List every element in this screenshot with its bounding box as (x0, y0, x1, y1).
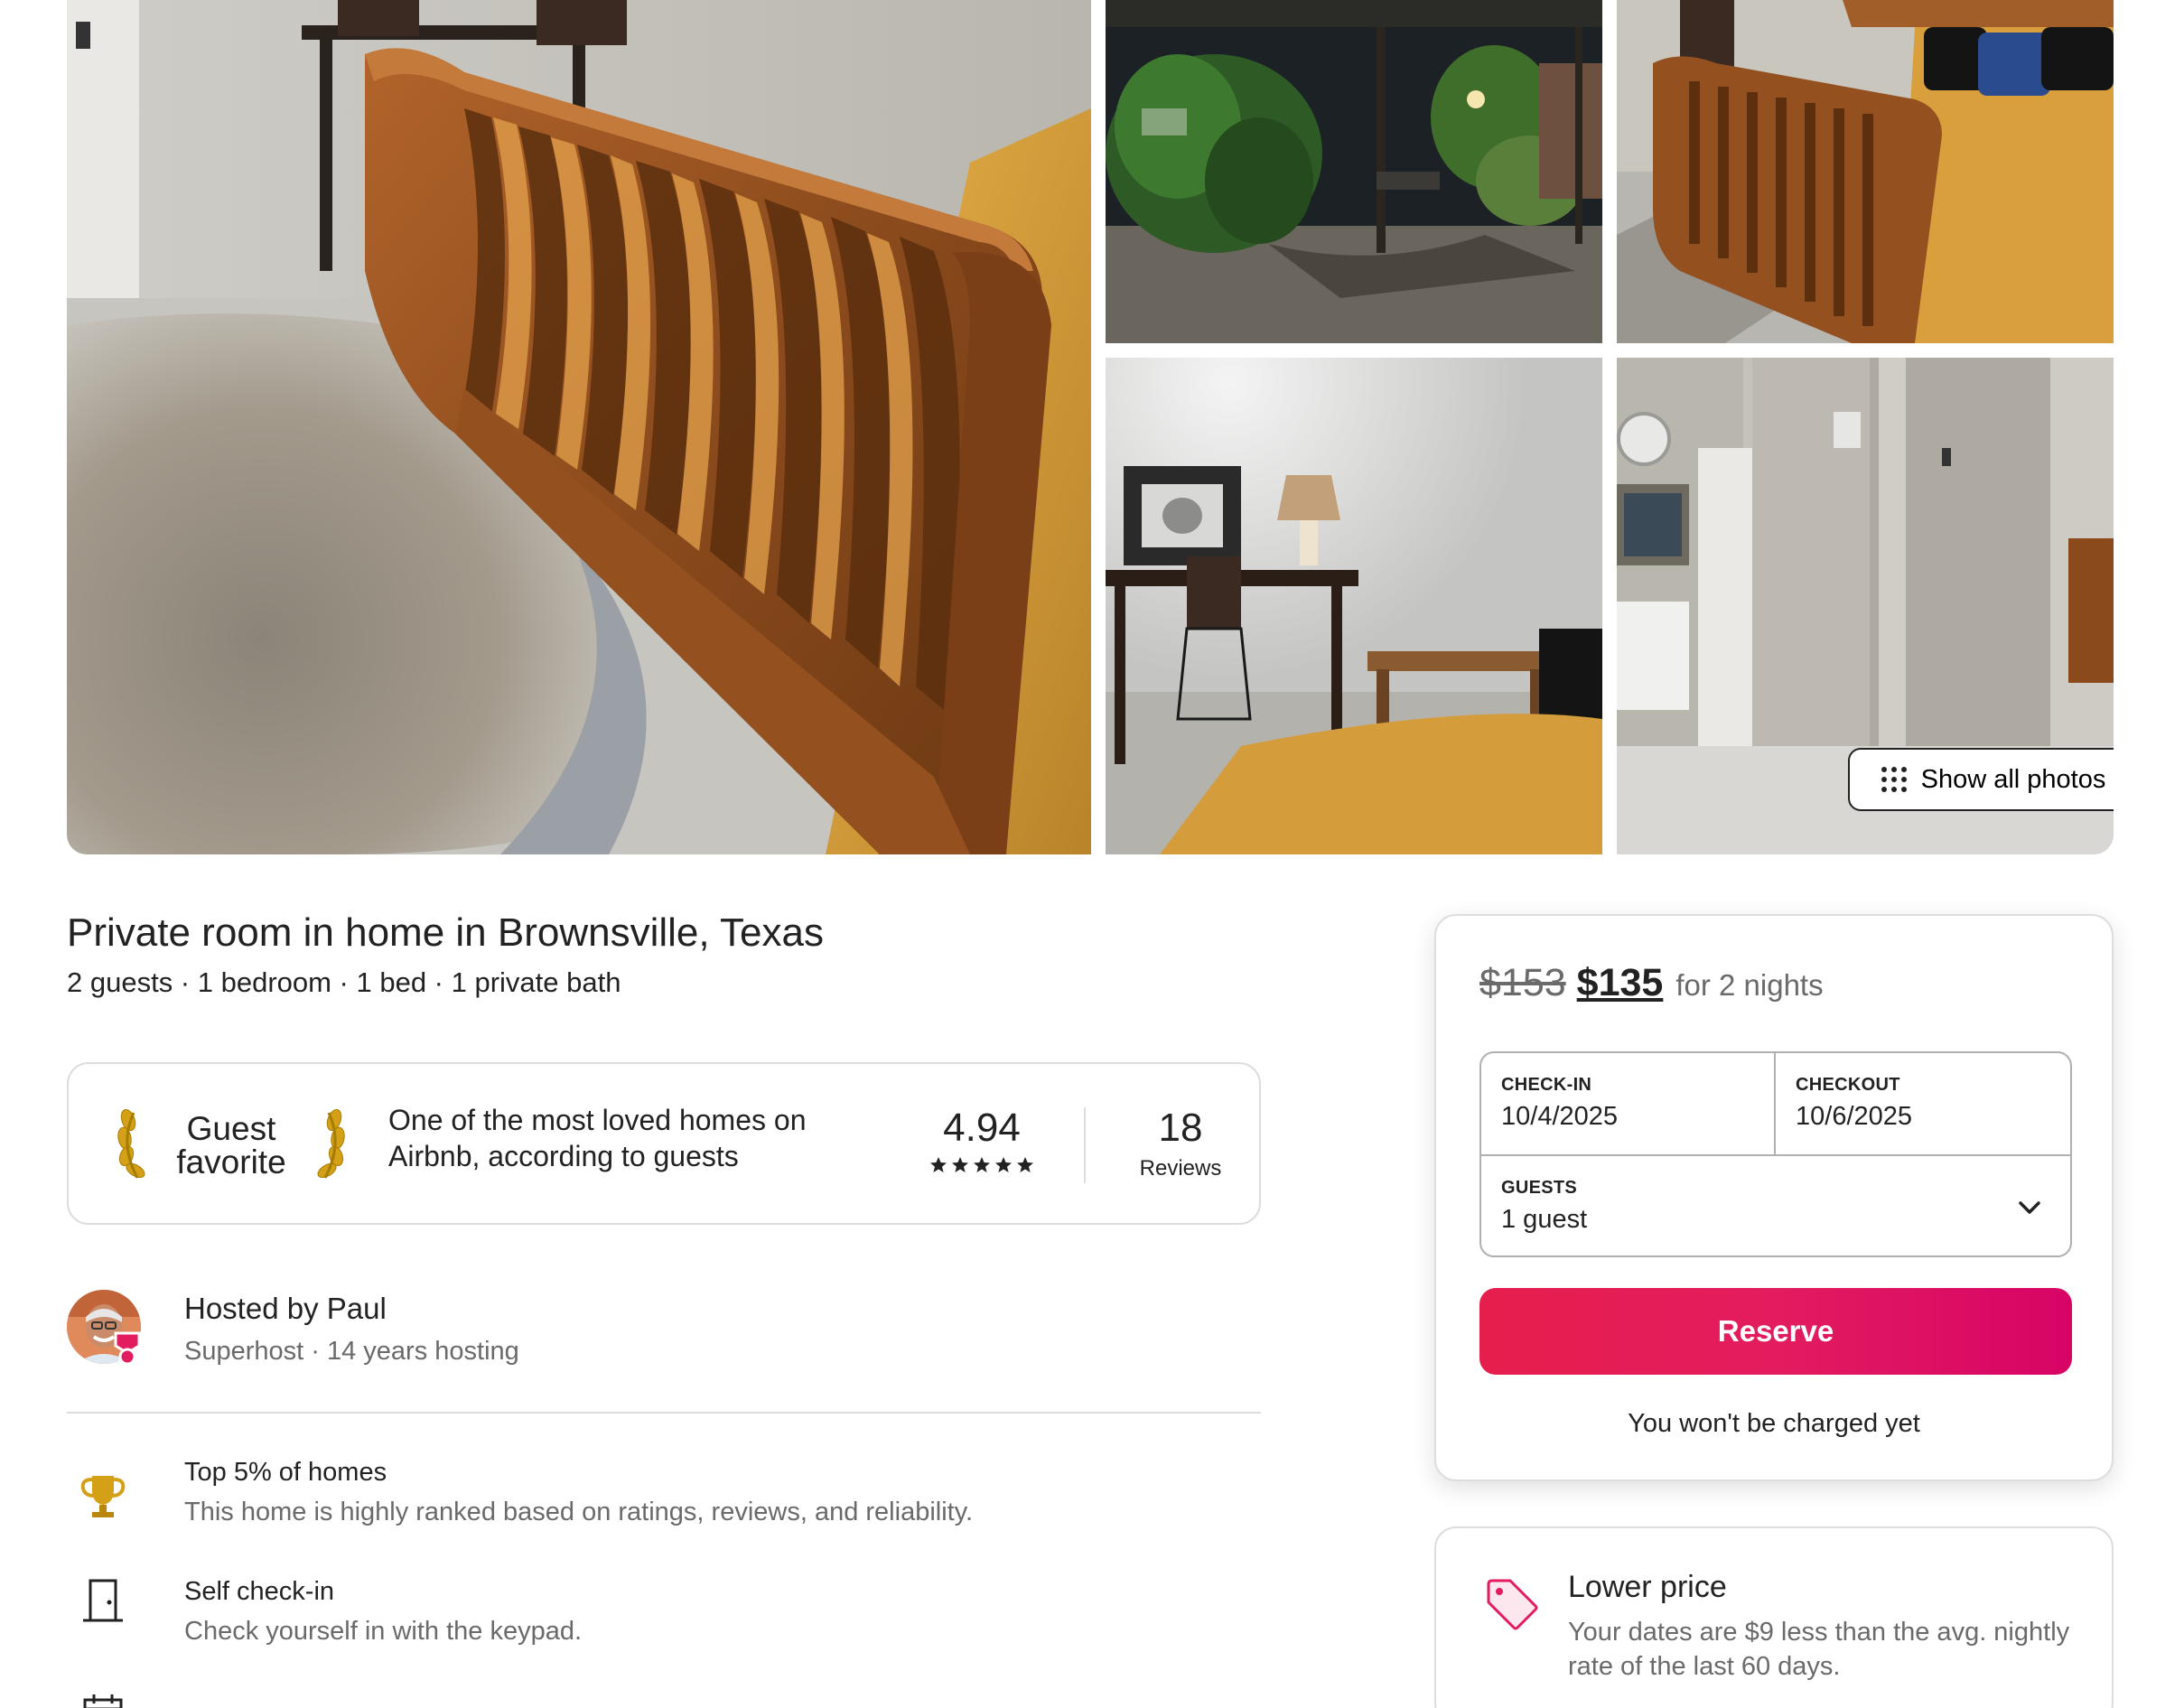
show-all-photos-label: Show all photos (1920, 764, 2106, 794)
star-icon (995, 1157, 1012, 1172)
lower-price-description: Your dates are $9 less than the avg. nig… (1568, 1618, 2070, 1681)
guests-value: 1 guest (1501, 1205, 1588, 1234)
show-all-photos-button[interactable]: Show all photos (1848, 748, 2114, 811)
trophy-icon (80, 1476, 126, 1517)
star-icon (952, 1157, 968, 1172)
date-guest-picker: CHECK-IN 10/4/2025 CHECKOUT 10/6/2025 GU… (1479, 1051, 2072, 1257)
star-icon (1017, 1157, 1033, 1172)
calendar-icon (83, 1694, 123, 1708)
listing-subtitle: 2 guests · 1 bedroom · 1 bed · 1 private… (67, 966, 621, 998)
checkin-value: 10/4/2025 (1501, 1102, 1619, 1131)
star-icon (930, 1157, 947, 1172)
lower-price-card: Lower price Your dates are $9 less than … (1434, 1526, 2114, 1708)
superhost-badge-icon (114, 1331, 141, 1366)
section-divider (67, 1412, 1261, 1414)
listing-title: Private room in home in Brownsville, Tex… (67, 910, 824, 955)
checkout-value: 10/6/2025 (1796, 1102, 1913, 1131)
rating-divider (1084, 1107, 1086, 1183)
guest-favorite-description: One of the most loved homes on Airbnb, a… (388, 1104, 807, 1172)
guests-field[interactable]: GUESTS 1 guest (1481, 1156, 2070, 1255)
patio-photo[interactable] (1106, 0, 1602, 343)
reviews-label: Reviews (1139, 1156, 1222, 1181)
grid-dots-icon (1881, 767, 1907, 792)
desk-photo[interactable] (1106, 358, 1602, 854)
original-price: $153 (1479, 961, 1566, 1004)
laurel-left-icon (117, 1108, 145, 1179)
guest-favorite-badge: Guest favorite (114, 1104, 349, 1187)
reviews-count: 18 (1158, 1106, 1203, 1150)
reserve-button[interactable]: Reserve (1479, 1288, 2072, 1375)
booking-card: $153 $135 for 2 nights CHECK-IN 10/4/202… (1434, 914, 2114, 1481)
highlight-desc-checkin: Check yourself in with the keypad. (184, 1617, 583, 1646)
guests-label: GUESTS (1501, 1178, 1578, 1198)
checkout-label: CHECKOUT (1796, 1075, 1900, 1095)
checkin-field[interactable]: CHECK-IN 10/4/2025 (1481, 1053, 1776, 1156)
price-period: for 2 nights (1675, 968, 1824, 1002)
price-tag-icon (1487, 1579, 1538, 1630)
photo-gallery: Show all photos (67, 0, 2114, 854)
chevron-down-icon[interactable] (2016, 1194, 2043, 1221)
rating-block: 4.94 (923, 1106, 1041, 1174)
discounted-price[interactable]: $135 (1577, 961, 1664, 1005)
guest-favorite-label: Guest favorite (176, 1110, 286, 1181)
host-name[interactable]: Hosted by Paul (184, 1292, 387, 1326)
highlight-title-top5: Top 5% of homes (184, 1458, 387, 1487)
star-icon (974, 1157, 990, 1172)
highlight-title-checkin: Self check-in (184, 1577, 335, 1606)
checkin-label: CHECK-IN (1501, 1075, 1592, 1095)
price-row: $153 $135 for 2 nights (1479, 961, 1824, 1005)
main-photo[interactable] (67, 0, 1091, 854)
rating-value: 4.94 (943, 1106, 1021, 1150)
host-subtitle: Superhost · 14 years hosting (184, 1337, 519, 1366)
lower-price-title: Lower price (1568, 1570, 1727, 1604)
door-icon (83, 1579, 123, 1622)
checkout-field[interactable]: CHECKOUT 10/6/2025 (1776, 1053, 2070, 1156)
no-charge-note: You won't be charged yet (1628, 1409, 1920, 1438)
rating-stars (923, 1156, 1041, 1174)
reviews-block[interactable]: 18 Reviews (1122, 1106, 1239, 1181)
highlight-desc-top5: This home is highly ranked based on rati… (184, 1498, 974, 1526)
laurel-right-icon (317, 1108, 345, 1179)
bed-photo[interactable] (1617, 0, 2114, 343)
guest-favorite-card[interactable]: Guest favorite One of the most loved hom… (67, 1062, 1261, 1225)
